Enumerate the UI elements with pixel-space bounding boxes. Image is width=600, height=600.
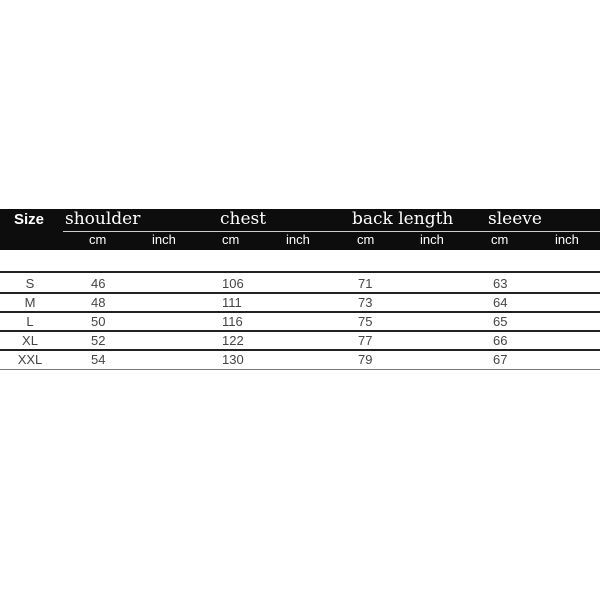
table-row: XXL 54 130 79 67 — [0, 349, 600, 371]
sleeve-cm-cell: 67 — [493, 352, 508, 367]
unit-inch: inch — [555, 232, 579, 247]
unit-cm: cm — [491, 232, 509, 247]
size-cell: XXL — [17, 352, 43, 367]
shoulder-cm-cell: 48 — [91, 295, 106, 310]
header-chest: chest — [220, 209, 267, 229]
chest-cm-cell: 116 — [222, 314, 243, 329]
shoulder-cm-cell: 50 — [91, 314, 106, 329]
chest-cm-cell: 111 — [222, 295, 242, 310]
sleeve-cm-cell: 64 — [493, 295, 508, 310]
header-size: Size — [14, 211, 45, 228]
back-length-cm-cell: 73 — [358, 295, 373, 310]
unit-inch: inch — [286, 232, 310, 247]
sleeve-cm-cell: 65 — [493, 314, 508, 329]
header-divider — [63, 231, 600, 232]
size-cell: L — [26, 314, 34, 329]
shoulder-cm-cell: 46 — [91, 276, 106, 291]
size-cell: S — [25, 276, 35, 291]
sleeve-cm-cell: 66 — [493, 333, 508, 348]
header-back-length: back length — [352, 209, 454, 229]
row-divider — [0, 369, 600, 370]
back-length-cm-cell: 71 — [358, 276, 373, 291]
header-shoulder: shoulder — [65, 209, 141, 229]
unit-cm: cm — [357, 232, 375, 247]
chest-cm-cell: 122 — [222, 333, 244, 348]
sleeve-cm-cell: 63 — [493, 276, 508, 291]
header-sleeve: sleeve — [488, 209, 542, 229]
back-length-cm-cell: 77 — [358, 333, 373, 348]
unit-inch: inch — [420, 232, 444, 247]
back-length-cm-cell: 75 — [358, 314, 373, 329]
size-cell: M — [24, 295, 36, 310]
unit-inch: inch — [152, 232, 176, 247]
unit-cm: cm — [222, 232, 240, 247]
chest-cm-cell: 130 — [222, 352, 244, 367]
chest-cm-cell: 106 — [222, 276, 244, 291]
shoulder-cm-cell: 52 — [91, 333, 106, 348]
shoulder-cm-cell: 54 — [91, 352, 106, 367]
unit-cm: cm — [89, 232, 107, 247]
back-length-cm-cell: 79 — [358, 352, 373, 367]
size-cell: XL — [22, 333, 38, 348]
